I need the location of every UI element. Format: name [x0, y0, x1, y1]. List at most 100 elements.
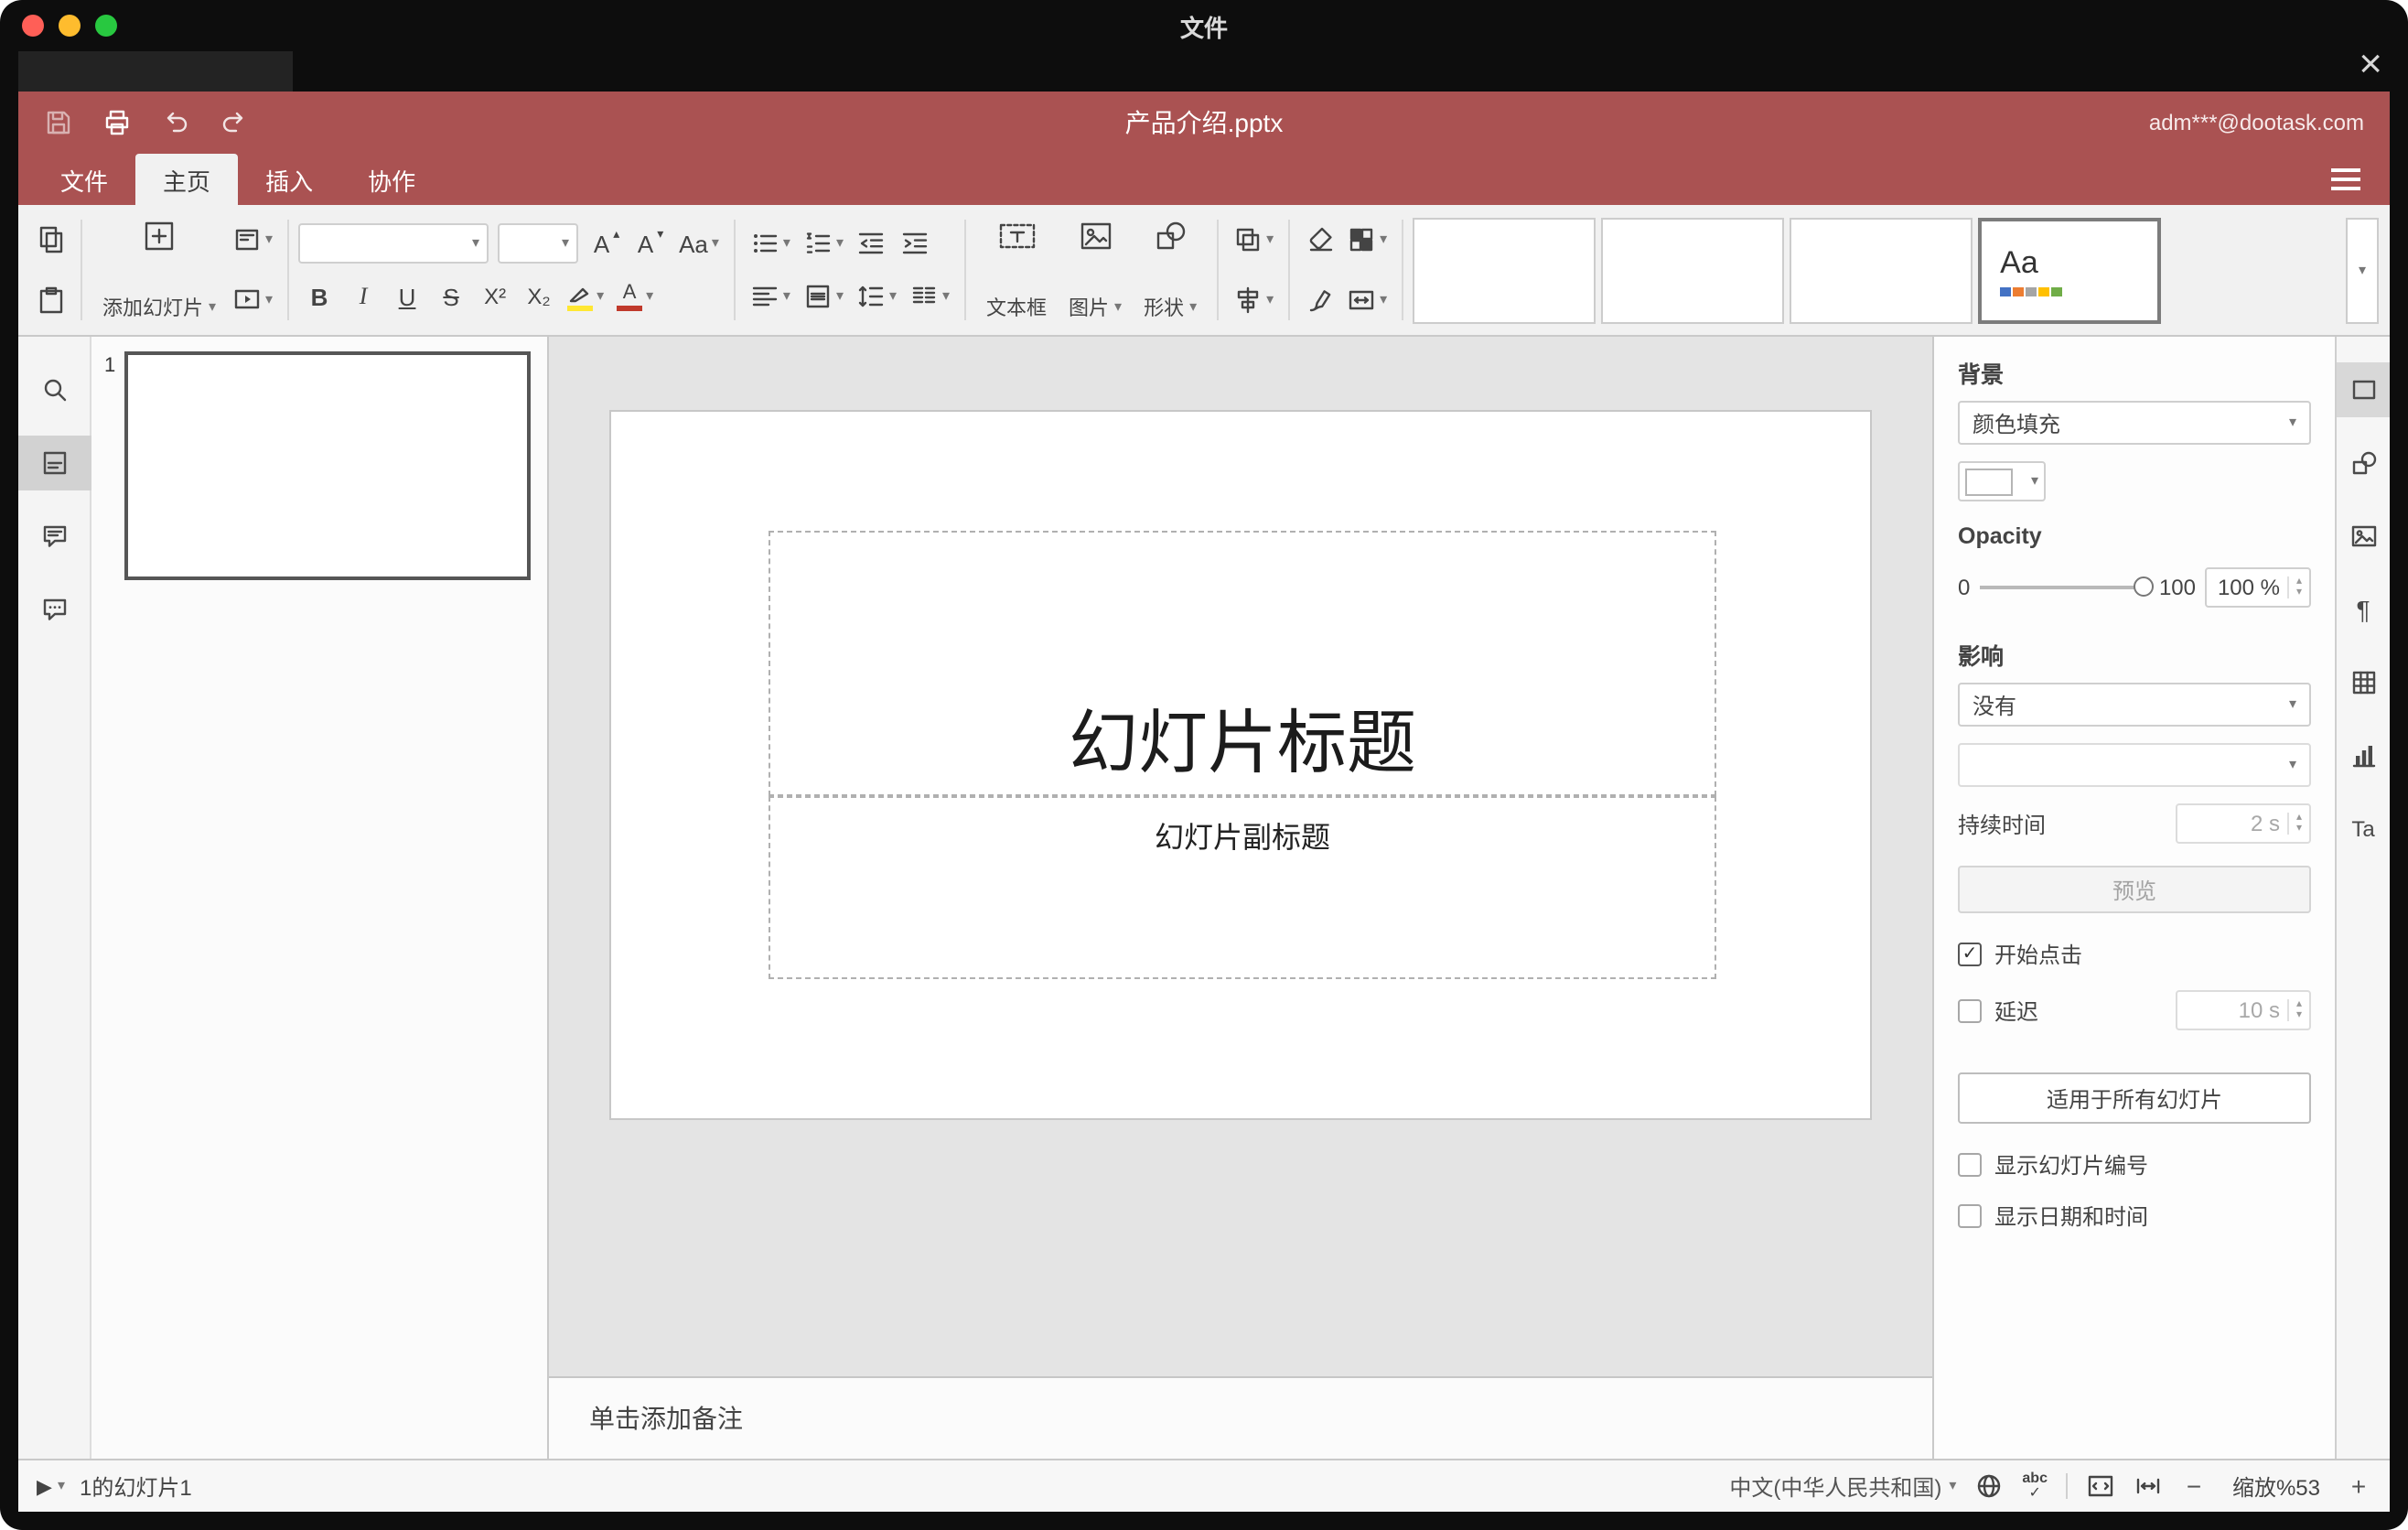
- clear-style-button[interactable]: [1299, 218, 1341, 262]
- theme-tile[interactable]: [1790, 217, 1973, 323]
- zoom-in-button[interactable]: +: [2346, 1471, 2371, 1501]
- tab-collaboration[interactable]: 协作: [340, 154, 443, 205]
- slide-thumbnail[interactable]: [124, 351, 531, 580]
- title-placeholder[interactable]: 幻灯片标题: [769, 531, 1716, 796]
- transition-select[interactable]: 没有 ▾: [1958, 683, 2311, 727]
- start-slideshow-button[interactable]: ▾: [227, 278, 278, 322]
- maximize-window-button[interactable]: [95, 15, 117, 37]
- image-settings-tab[interactable]: [2336, 509, 2390, 564]
- chart-settings-tab[interactable]: [2336, 728, 2390, 783]
- color-scheme-button[interactable]: ▾: [1341, 218, 1392, 262]
- textart-settings-tab[interactable]: Ta: [2336, 802, 2390, 857]
- search-button[interactable]: [18, 362, 91, 417]
- minimize-window-button[interactable]: [59, 15, 81, 37]
- highlight-color-button[interactable]: ▾: [562, 275, 609, 318]
- align-shape-button[interactable]: ▾: [1228, 278, 1279, 322]
- font-size-select[interactable]: ▾: [498, 223, 579, 264]
- slide-settings-tab[interactable]: [2336, 362, 2390, 417]
- fit-slide-button[interactable]: [2086, 1471, 2115, 1501]
- slides-panel-button[interactable]: [18, 436, 91, 490]
- fill-type-value: 颜色填充: [1973, 411, 2061, 436]
- transition-variant-select[interactable]: ▾: [1958, 743, 2311, 787]
- close-icon[interactable]: ×: [2359, 43, 2382, 84]
- opacity-slider[interactable]: [1979, 576, 2154, 596]
- opacity-spinner[interactable]: 100 % ▴ ▾: [2205, 567, 2311, 608]
- underline-button[interactable]: U: [386, 275, 428, 318]
- menu-button[interactable]: [2302, 154, 2390, 205]
- subtitle-placeholder[interactable]: 幻灯片副标题: [769, 796, 1716, 979]
- slide-canvas-area[interactable]: 幻灯片标题 幻灯片副标题: [549, 337, 1932, 1376]
- show-slide-number-checkbox[interactable]: [1958, 1153, 1982, 1177]
- spinner-arrows-icon[interactable]: ▴ ▾: [2287, 999, 2309, 1021]
- subscript-button[interactable]: X₂: [518, 275, 560, 318]
- chevron-down-icon: ▾: [1189, 298, 1198, 315]
- delay-spinner[interactable]: 10 s ▴ ▾: [2176, 990, 2311, 1030]
- chevron-down-icon: ▾: [209, 298, 217, 315]
- font-color-button[interactable]: A ▾: [611, 275, 659, 318]
- start-slideshow-status-button[interactable]: ▶ ▾: [37, 1474, 65, 1498]
- start-on-click-checkbox[interactable]: ✓: [1958, 943, 1982, 966]
- theme-tile[interactable]: [1413, 217, 1596, 323]
- undo-icon[interactable]: [161, 108, 190, 137]
- print-icon[interactable]: [102, 108, 132, 137]
- add-slide-button[interactable]: 添加幻灯片 ▾: [91, 214, 227, 326]
- delay-checkbox[interactable]: [1958, 998, 1982, 1022]
- increase-font-button[interactable]: A ▴: [586, 221, 628, 265]
- line-spacing-button[interactable]: ▾: [851, 275, 902, 318]
- slide-size-button[interactable]: ▾: [1341, 278, 1392, 322]
- spellcheck-button[interactable]: abc ✓: [2022, 1471, 2048, 1501]
- vertical-align-button[interactable]: ▾: [798, 275, 849, 318]
- fill-color-select[interactable]: ▾: [1958, 461, 2046, 501]
- background-fill-select[interactable]: 颜色填充 ▾: [1958, 401, 2311, 445]
- duration-spinner[interactable]: 2 s ▴ ▾: [2176, 803, 2311, 844]
- paste-button[interactable]: [29, 278, 71, 322]
- paragraph-settings-tab[interactable]: ¶: [2336, 582, 2390, 637]
- chat-button[interactable]: [18, 582, 91, 637]
- insert-textbox-button[interactable]: 文本框: [975, 214, 1058, 326]
- apply-to-all-button[interactable]: 适用于所有幻灯片: [1958, 1072, 2311, 1124]
- bullets-button[interactable]: ▾: [745, 221, 796, 265]
- theme-gallery-expand-button[interactable]: ▾: [2346, 217, 2379, 323]
- insert-shape-button[interactable]: 形状 ▾: [1133, 214, 1208, 326]
- save-icon[interactable]: [44, 108, 73, 137]
- tab-insert[interactable]: 插入: [238, 154, 340, 205]
- strikeout-button[interactable]: S: [430, 275, 472, 318]
- copy-button[interactable]: [29, 218, 71, 262]
- superscript-button[interactable]: X²: [474, 275, 516, 318]
- theme-tile-selected[interactable]: Aa: [1978, 217, 2162, 323]
- spinner-arrows-icon[interactable]: ▴ ▾: [2287, 813, 2309, 835]
- spinner-arrows-icon[interactable]: ▴ ▾: [2287, 576, 2309, 598]
- font-name-select[interactable]: ▾: [298, 223, 489, 264]
- zoom-out-button[interactable]: −: [2181, 1471, 2207, 1501]
- redo-icon[interactable]: [220, 108, 249, 137]
- bold-button[interactable]: B: [298, 275, 340, 318]
- textbox-label: 文本框: [986, 298, 1048, 320]
- tab-file[interactable]: 文件: [33, 154, 135, 205]
- copy-style-button[interactable]: [1299, 278, 1341, 322]
- italic-button[interactable]: I: [342, 275, 384, 318]
- preview-button[interactable]: 预览: [1958, 866, 2311, 913]
- slide-layout-button[interactable]: ▾: [227, 218, 278, 262]
- arrange-shape-button[interactable]: ▾: [1228, 218, 1279, 262]
- insert-image-button[interactable]: 图片 ▾: [1058, 214, 1133, 326]
- decrease-font-button[interactable]: A ▾: [629, 221, 672, 265]
- close-window-button[interactable]: [22, 15, 44, 37]
- tab-home[interactable]: 主页: [135, 154, 239, 205]
- show-date-time-checkbox[interactable]: [1958, 1204, 1982, 1228]
- slide-canvas[interactable]: 幻灯片标题 幻灯片副标题: [609, 410, 1872, 1120]
- shape-settings-tab[interactable]: [2336, 436, 2390, 490]
- notes-area[interactable]: 单击添加备注: [549, 1376, 1932, 1459]
- fit-width-button[interactable]: [2134, 1471, 2163, 1501]
- language-select[interactable]: 中文(中华人民共和国) ▾: [1729, 1471, 1956, 1502]
- increase-indent-button[interactable]: [895, 221, 937, 265]
- theme-tile[interactable]: [1601, 217, 1785, 323]
- comments-button[interactable]: [18, 509, 91, 564]
- numbering-button[interactable]: ▾: [798, 221, 849, 265]
- set-language-button[interactable]: [1974, 1471, 2004, 1501]
- horizontal-align-button[interactable]: ▾: [745, 275, 796, 318]
- slider-knob[interactable]: [2133, 576, 2154, 596]
- columns-button[interactable]: ▾: [904, 275, 955, 318]
- change-case-button[interactable]: Aa ▾: [673, 221, 725, 265]
- decrease-indent-button[interactable]: [851, 221, 893, 265]
- table-settings-tab[interactable]: [2336, 655, 2390, 710]
